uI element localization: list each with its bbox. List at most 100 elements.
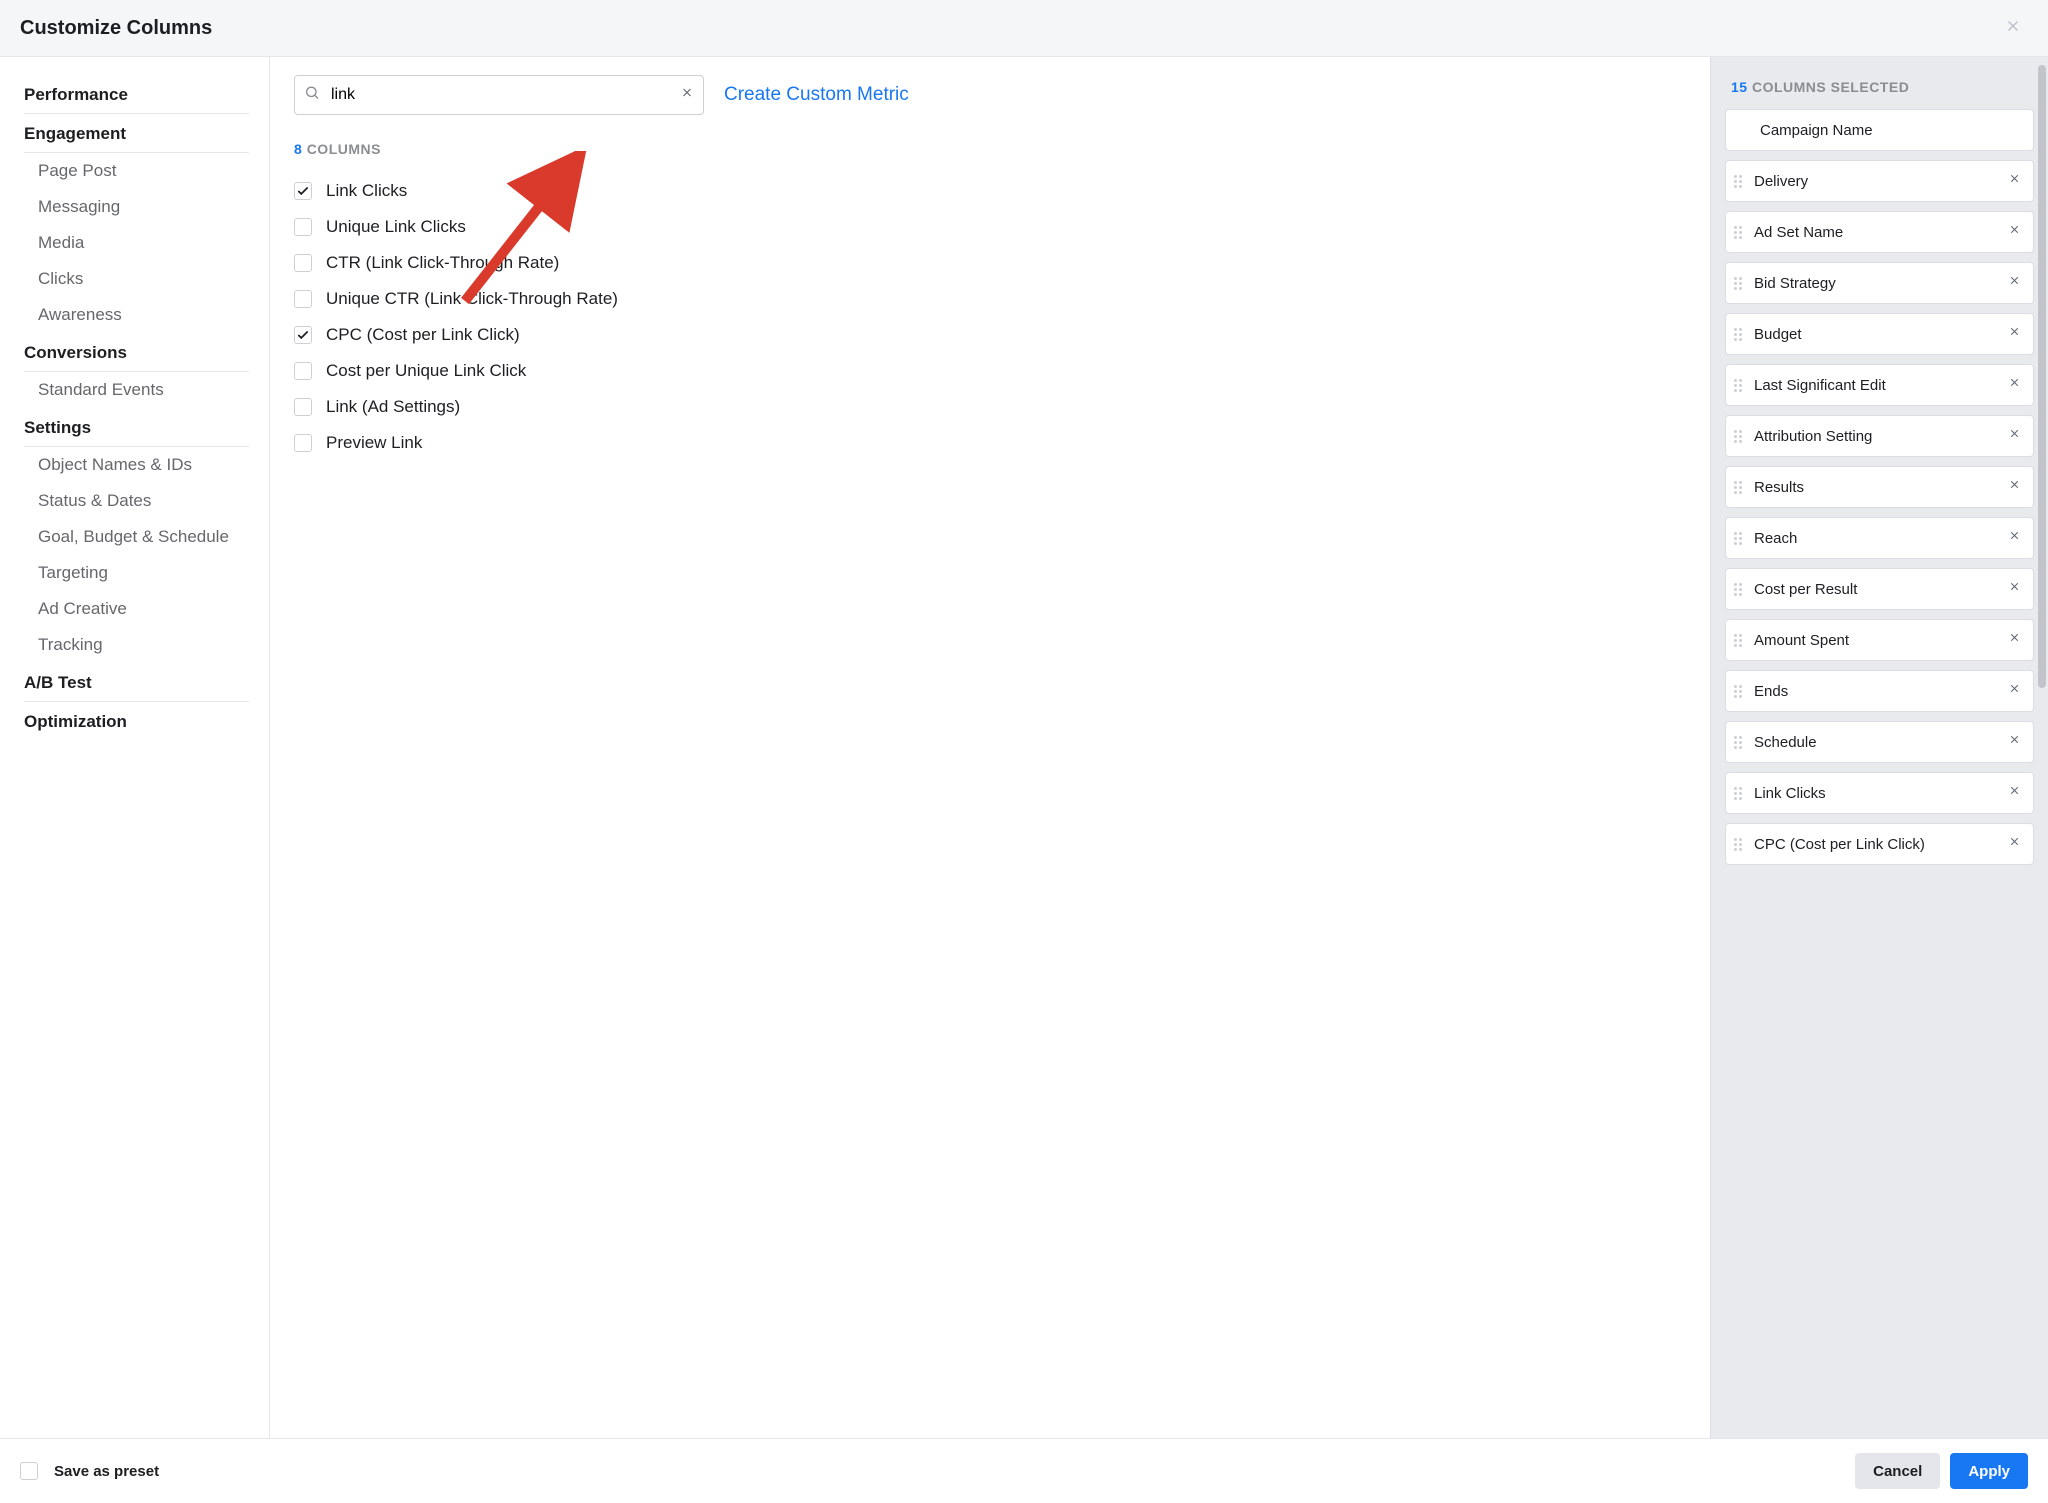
save-as-preset[interactable]: Save as preset bbox=[20, 1462, 159, 1480]
remove-column-icon[interactable] bbox=[2004, 831, 2025, 857]
column-option[interactable]: Unique Link Clicks bbox=[294, 209, 1690, 245]
column-option[interactable]: Preview Link bbox=[294, 425, 1690, 461]
drag-handle-icon[interactable] bbox=[1732, 175, 1744, 188]
remove-column-icon[interactable] bbox=[2004, 168, 2025, 194]
column-option[interactable]: Cost per Unique Link Click bbox=[294, 353, 1690, 389]
drag-handle-icon[interactable] bbox=[1732, 277, 1744, 290]
column-option[interactable]: CPC (Cost per Link Click) bbox=[294, 317, 1690, 353]
sidebar-item[interactable]: Targeting bbox=[24, 555, 249, 591]
selected-column-label: Amount Spent bbox=[1754, 632, 1994, 649]
selected-column[interactable]: Results bbox=[1725, 466, 2034, 508]
column-option[interactable]: CTR (Link Click-Through Rate) bbox=[294, 245, 1690, 281]
drag-handle-icon[interactable] bbox=[1732, 379, 1744, 392]
selected-column[interactable]: Last Significant Edit bbox=[1725, 364, 2034, 406]
sidebar-item[interactable]: Object Names & IDs bbox=[24, 447, 249, 483]
selected-column-label: Ad Set Name bbox=[1754, 224, 1994, 241]
sidebar-heading[interactable]: Performance bbox=[24, 75, 249, 114]
selected-column-label: Last Significant Edit bbox=[1754, 377, 1994, 394]
checkbox[interactable] bbox=[294, 326, 312, 344]
selected-column[interactable]: Attribution Setting bbox=[1725, 415, 2034, 457]
sidebar-item[interactable]: Status & Dates bbox=[24, 483, 249, 519]
selected-column[interactable]: CPC (Cost per Link Click) bbox=[1725, 823, 2034, 865]
drag-handle-icon[interactable] bbox=[1732, 583, 1744, 596]
search-input[interactable] bbox=[294, 75, 704, 115]
selected-column[interactable]: Campaign Name bbox=[1725, 109, 2034, 151]
drag-handle-icon[interactable] bbox=[1732, 430, 1744, 443]
selected-list: Campaign Name Delivery Ad Set Name Bid Stra… bbox=[1725, 109, 2034, 865]
cancel-button[interactable]: Cancel bbox=[1855, 1453, 1940, 1489]
selected-column[interactable]: Budget bbox=[1725, 313, 2034, 355]
column-option[interactable]: Unique CTR (Link Click-Through Rate) bbox=[294, 281, 1690, 317]
drag-handle-icon[interactable] bbox=[1732, 634, 1744, 647]
remove-column-icon[interactable] bbox=[2004, 423, 2025, 449]
remove-column-icon[interactable] bbox=[2004, 372, 2025, 398]
column-option[interactable]: Link Clicks bbox=[294, 173, 1690, 209]
scrollbar-track[interactable] bbox=[2038, 65, 2046, 1391]
drag-handle-icon[interactable] bbox=[1732, 787, 1744, 800]
selected-column[interactable]: Link Clicks bbox=[1725, 772, 2034, 814]
create-custom-metric-link[interactable]: Create Custom Metric bbox=[724, 84, 909, 106]
selected-column[interactable]: Cost per Result bbox=[1725, 568, 2034, 610]
remove-column-icon[interactable] bbox=[2004, 576, 2025, 602]
checkbox[interactable] bbox=[294, 254, 312, 272]
remove-column-icon[interactable] bbox=[2004, 678, 2025, 704]
close-icon[interactable] bbox=[1998, 14, 2028, 42]
sidebar-heading[interactable]: Settings bbox=[24, 408, 249, 447]
drag-handle-icon[interactable] bbox=[1732, 736, 1744, 749]
checkbox[interactable] bbox=[294, 362, 312, 380]
sidebar-item[interactable]: Ad Creative bbox=[24, 591, 249, 627]
sidebar-item[interactable]: Messaging bbox=[24, 189, 249, 225]
sidebar-item[interactable]: Awareness bbox=[24, 297, 249, 333]
selected-column-label: Bid Strategy bbox=[1754, 275, 1994, 292]
selected-column[interactable]: Ad Set Name bbox=[1725, 211, 2034, 253]
sidebar-item[interactable]: Page Post bbox=[24, 153, 249, 189]
clear-search-icon[interactable] bbox=[680, 86, 694, 105]
sidebar-item[interactable]: Media bbox=[24, 225, 249, 261]
remove-column-icon[interactable] bbox=[2004, 627, 2025, 653]
sidebar-item[interactable]: Goal, Budget & Schedule bbox=[24, 519, 249, 555]
drag-handle-icon[interactable] bbox=[1732, 838, 1744, 851]
drag-handle-icon[interactable] bbox=[1732, 532, 1744, 545]
drag-handle-icon[interactable] bbox=[1732, 481, 1744, 494]
drag-handle-icon[interactable] bbox=[1732, 328, 1744, 341]
sidebar-item[interactable]: Tracking bbox=[24, 627, 249, 663]
remove-column-icon[interactable] bbox=[2004, 780, 2025, 806]
checkbox[interactable] bbox=[294, 182, 312, 200]
remove-column-icon[interactable] bbox=[2004, 219, 2025, 245]
save-preset-checkbox[interactable] bbox=[20, 1462, 38, 1480]
selected-count-number: 15 bbox=[1731, 79, 1748, 95]
selected-column[interactable]: Reach bbox=[1725, 517, 2034, 559]
column-list: Link ClicksUnique Link ClicksCTR (Link C… bbox=[294, 173, 1690, 461]
column-option-label: CPC (Cost per Link Click) bbox=[326, 325, 520, 345]
sidebar-item[interactable]: Standard Events bbox=[24, 372, 249, 408]
selected-column-label: Link Clicks bbox=[1754, 785, 1994, 802]
checkbox[interactable] bbox=[294, 290, 312, 308]
sidebar-heading[interactable]: A/B Test bbox=[24, 663, 249, 702]
remove-column-icon[interactable] bbox=[2004, 474, 2025, 500]
selected-column[interactable]: Amount Spent bbox=[1725, 619, 2034, 661]
drag-handle-icon[interactable] bbox=[1732, 226, 1744, 239]
columns-count-number: 8 bbox=[294, 141, 302, 157]
dialog-footer: Save as preset Cancel Apply bbox=[0, 1438, 2048, 1503]
sidebar-heading[interactable]: Optimization bbox=[24, 702, 249, 740]
selected-column[interactable]: Schedule bbox=[1725, 721, 2034, 763]
checkbox[interactable] bbox=[294, 434, 312, 452]
drag-handle-icon[interactable] bbox=[1732, 685, 1744, 698]
dialog-body: PerformanceEngagementPage PostMessagingM… bbox=[0, 57, 2048, 1438]
checkbox[interactable] bbox=[294, 218, 312, 236]
remove-column-icon[interactable] bbox=[2004, 321, 2025, 347]
apply-button[interactable]: Apply bbox=[1950, 1453, 2028, 1489]
remove-column-icon[interactable] bbox=[2004, 729, 2025, 755]
selected-column[interactable]: Ends bbox=[1725, 670, 2034, 712]
selected-column[interactable]: Delivery bbox=[1725, 160, 2034, 202]
remove-column-icon[interactable] bbox=[2004, 270, 2025, 296]
column-option[interactable]: Link (Ad Settings) bbox=[294, 389, 1690, 425]
sidebar-item[interactable]: Clicks bbox=[24, 261, 249, 297]
scrollbar-thumb[interactable] bbox=[2038, 65, 2046, 688]
sidebar-heading[interactable]: Conversions bbox=[24, 333, 249, 372]
remove-column-icon[interactable] bbox=[2004, 525, 2025, 551]
selected-column-label: CPC (Cost per Link Click) bbox=[1754, 836, 1994, 853]
checkbox[interactable] bbox=[294, 398, 312, 416]
selected-column[interactable]: Bid Strategy bbox=[1725, 262, 2034, 304]
sidebar-heading[interactable]: Engagement bbox=[24, 114, 249, 153]
